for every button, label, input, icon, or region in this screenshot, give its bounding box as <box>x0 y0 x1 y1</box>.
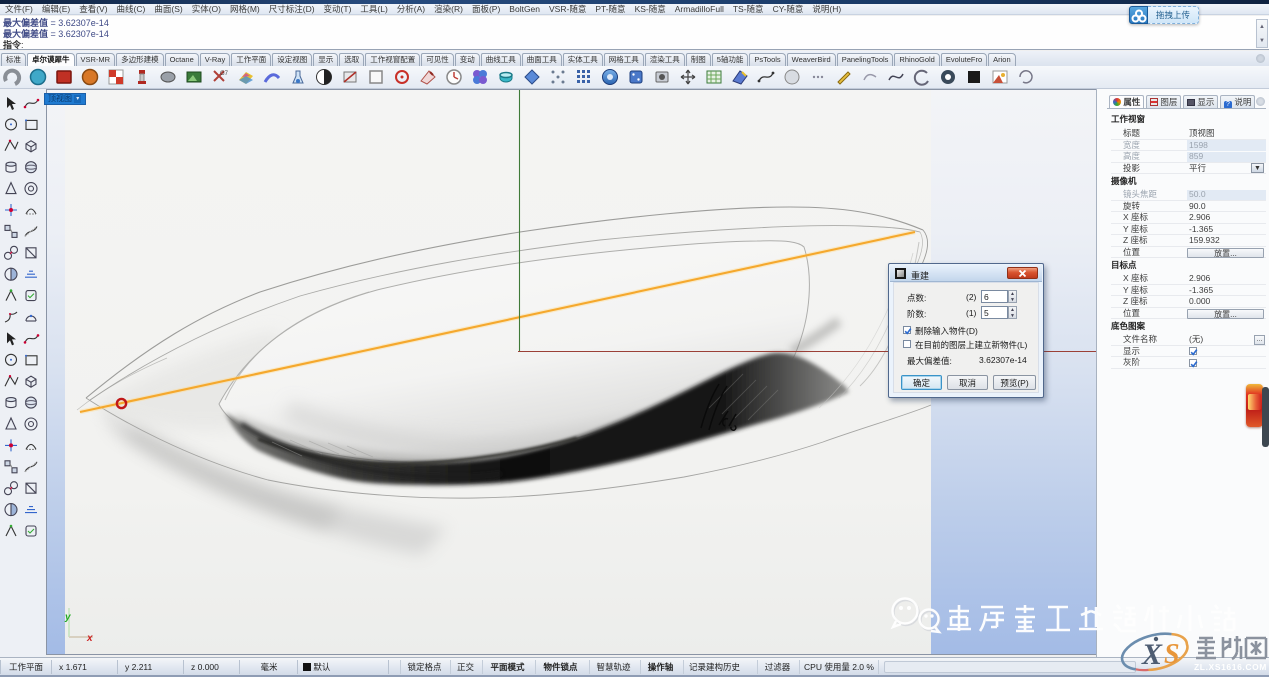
svg-text:x: x <box>86 633 93 644</box>
svg-text:y: y <box>64 612 71 623</box>
svg-text:G7: G7 <box>220 71 229 77</box>
